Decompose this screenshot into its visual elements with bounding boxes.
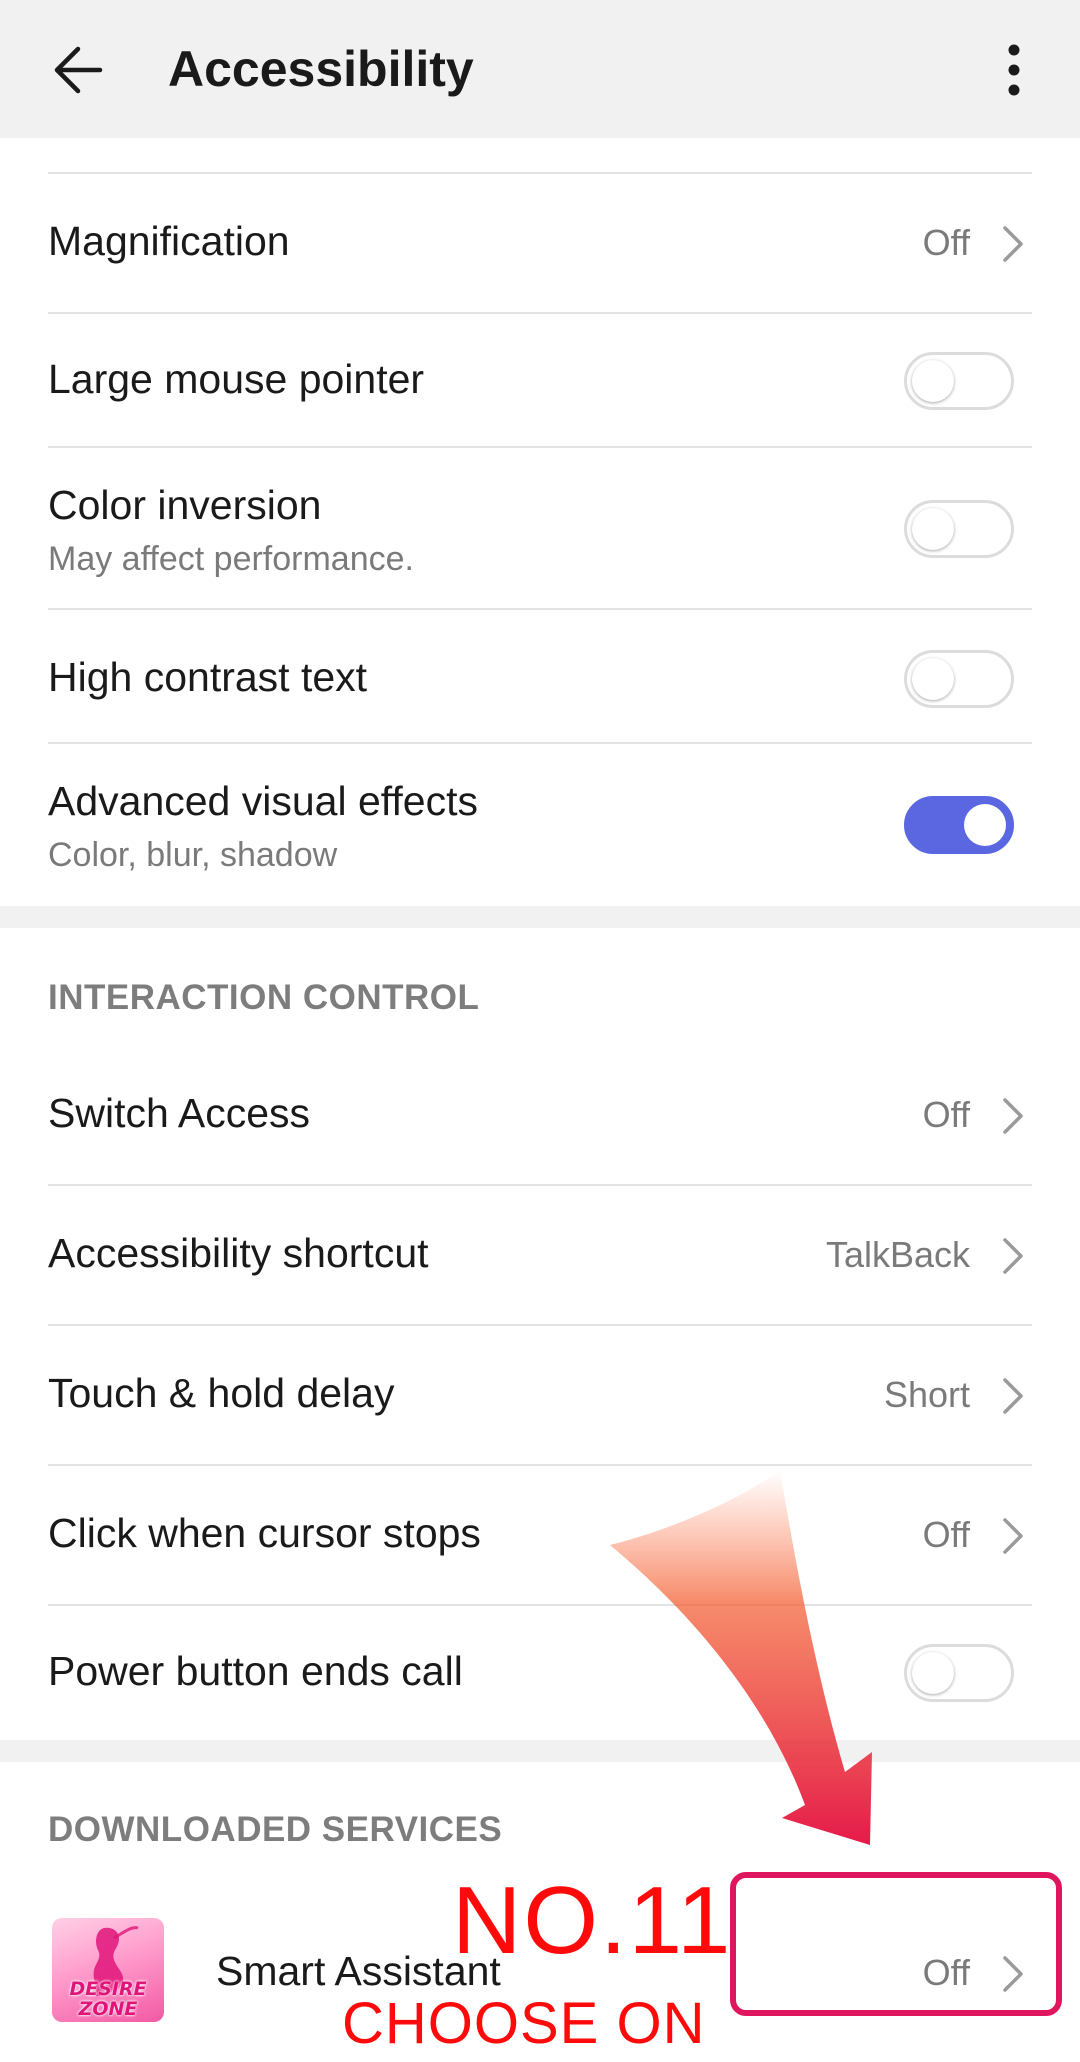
row-subtitle: May affect performance.: [48, 540, 414, 578]
toggle-knob: [912, 360, 954, 402]
chevron-right-icon: [1003, 1098, 1023, 1134]
step-number-label: NO.11: [452, 1867, 733, 1974]
switch-access-row[interactable]: Switch Access Off: [48, 1046, 1032, 1186]
row-subtitle: Color, blur, shadow: [48, 836, 338, 874]
row-title: Power button ends call: [48, 1648, 463, 1694]
section-header-downloaded-services: DOWNLOADED SERVICES: [48, 1810, 503, 1849]
row-title: Advanced visual effects: [48, 778, 478, 824]
row-title: Color inversion: [48, 482, 322, 528]
high-contrast-text-row[interactable]: High contrast text: [48, 610, 1032, 744]
toggle-knob: [964, 804, 1006, 846]
magnification-row[interactable]: Magnification Off: [48, 174, 1032, 314]
section-gap: [0, 1740, 1080, 1762]
row-title: Magnification: [48, 218, 290, 264]
advanced-visual-effects-row[interactable]: Advanced visual effects Color, blur, sha…: [48, 744, 1032, 906]
chevron-right-icon: [1003, 226, 1023, 262]
row-title: Click when cursor stops: [48, 1510, 481, 1556]
row-value: Off: [922, 222, 970, 263]
row-title: Switch Access: [48, 1090, 311, 1136]
back-arrow-icon[interactable]: [48, 38, 112, 102]
color-inversion-toggle[interactable]: [904, 500, 1014, 558]
accessibility-shortcut-row[interactable]: Accessibility shortcut TalkBack: [48, 1186, 1032, 1326]
chevron-right-icon: [1003, 1518, 1023, 1554]
row-title: Large mouse pointer: [48, 356, 425, 402]
section-header-interaction-control: INTERACTION CONTROL: [48, 978, 480, 1017]
row-value: Off: [922, 1514, 970, 1555]
click-when-cursor-stops-row[interactable]: Click when cursor stops Off: [48, 1466, 1032, 1606]
large-mouse-pointer-row[interactable]: Large mouse pointer: [48, 314, 1032, 448]
touch-hold-delay-row[interactable]: Touch & hold delay Short: [48, 1326, 1032, 1466]
row-title: Touch & hold delay: [48, 1370, 395, 1416]
row-value: Off: [922, 1094, 970, 1135]
color-inversion-row[interactable]: Color inversion May affect performance.: [48, 448, 1032, 610]
section-gap: [0, 906, 1080, 928]
row-title: Accessibility shortcut: [48, 1230, 429, 1276]
row-value: TalkBack: [825, 1234, 970, 1275]
more-vert-icon[interactable]: [990, 38, 1038, 102]
row-value: Short: [883, 1374, 970, 1415]
instruction-label: CHOOSE ON: [342, 1991, 706, 2056]
toggle-knob: [912, 508, 954, 550]
toggle-knob: [912, 658, 954, 700]
row-title: High contrast text: [48, 654, 368, 700]
app-bar: Accessibility: [0, 0, 1080, 138]
power-button-ends-call-row[interactable]: Power button ends call: [48, 1606, 1032, 1740]
advanced-visual-effects-toggle[interactable]: [904, 796, 1014, 854]
power-button-ends-call-toggle[interactable]: [904, 1644, 1014, 1702]
high-contrast-text-toggle[interactable]: [904, 650, 1014, 708]
toggle-knob: [912, 1652, 954, 1694]
accessibility-settings-screen: Accessibility Magnification Off Large mo…: [0, 0, 1080, 2062]
chevron-right-icon: [1003, 1238, 1023, 1274]
chevron-right-icon: [1003, 1378, 1023, 1414]
chevron-right-icon: [1003, 1956, 1023, 1992]
page-title: Accessibility: [168, 41, 474, 97]
large-mouse-pointer-toggle[interactable]: [904, 352, 1014, 410]
row-value: Off: [922, 1952, 970, 1993]
